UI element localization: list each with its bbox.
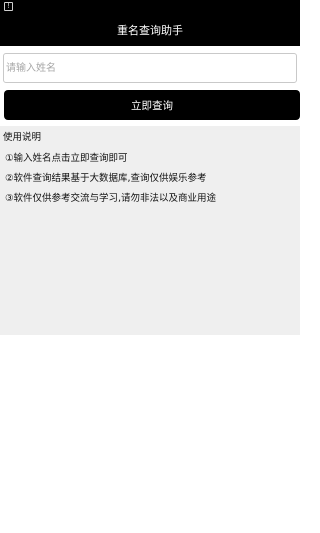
usage-panel: 使用说明 ①输入姓名点击立即查询即可 ②软件查询结果基于大数据库,查询仅供娱乐参…: [0, 126, 300, 335]
usage-title: 使用说明: [3, 132, 42, 143]
usage-item: ②软件查询结果基于大数据库,查询仅供娱乐参考: [5, 173, 207, 184]
warning-icon: !: [4, 2, 13, 11]
query-button-label: 立即查询: [131, 99, 173, 112]
query-button[interactable]: 立即查询: [4, 90, 300, 120]
name-input[interactable]: [3, 53, 297, 83]
app-bar: 重名查询助手: [0, 14, 300, 46]
usage-item: ①输入姓名点击立即查询即可: [5, 153, 128, 164]
usage-item: ③软件仅供参考交流与学习,请勿非法以及商业用途: [5, 193, 217, 204]
app-title: 重名查询助手: [117, 24, 183, 37]
status-bar: !: [0, 0, 300, 14]
